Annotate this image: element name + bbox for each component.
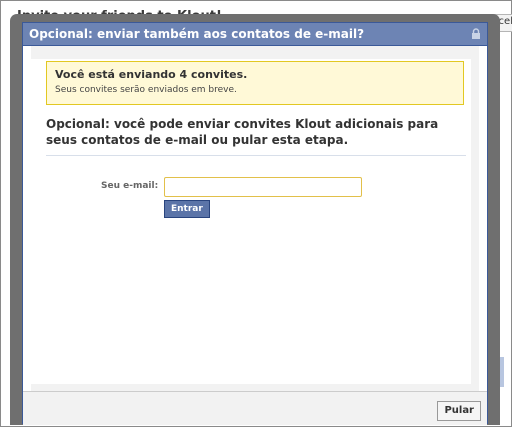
notice-title: Você está enviando 4 convites.	[55, 68, 248, 81]
dialog-title: Opcional: enviar também aos contatos de …	[29, 27, 365, 41]
dialog-header: Opcional: enviar também aos contatos de …	[23, 23, 487, 46]
dialog-footer: Pular	[23, 391, 487, 425]
email-field[interactable]	[164, 177, 362, 197]
lock-icon	[472, 28, 480, 39]
notice-subtitle: Seus convites serão enviados em breve.	[55, 85, 237, 95]
dialog-body: Você está enviando 4 convites. Seus conv…	[31, 46, 479, 391]
email-label: Seu e-mail:	[101, 181, 159, 191]
email-invite-dialog: Opcional: enviar também aos contatos de …	[22, 22, 488, 425]
skip-button[interactable]: Pular	[437, 401, 481, 421]
instruction-heading: Opcional: você pode enviar convites Klou…	[46, 117, 439, 147]
status-notice: Você está enviando 4 convites. Seus conv…	[46, 61, 464, 105]
background-scrollbar-thumb[interactable]	[500, 357, 504, 387]
dialog-content: Você está enviando 4 convites. Seus conv…	[31, 59, 471, 384]
divider	[46, 155, 466, 156]
enter-button[interactable]: Entrar	[164, 200, 210, 218]
